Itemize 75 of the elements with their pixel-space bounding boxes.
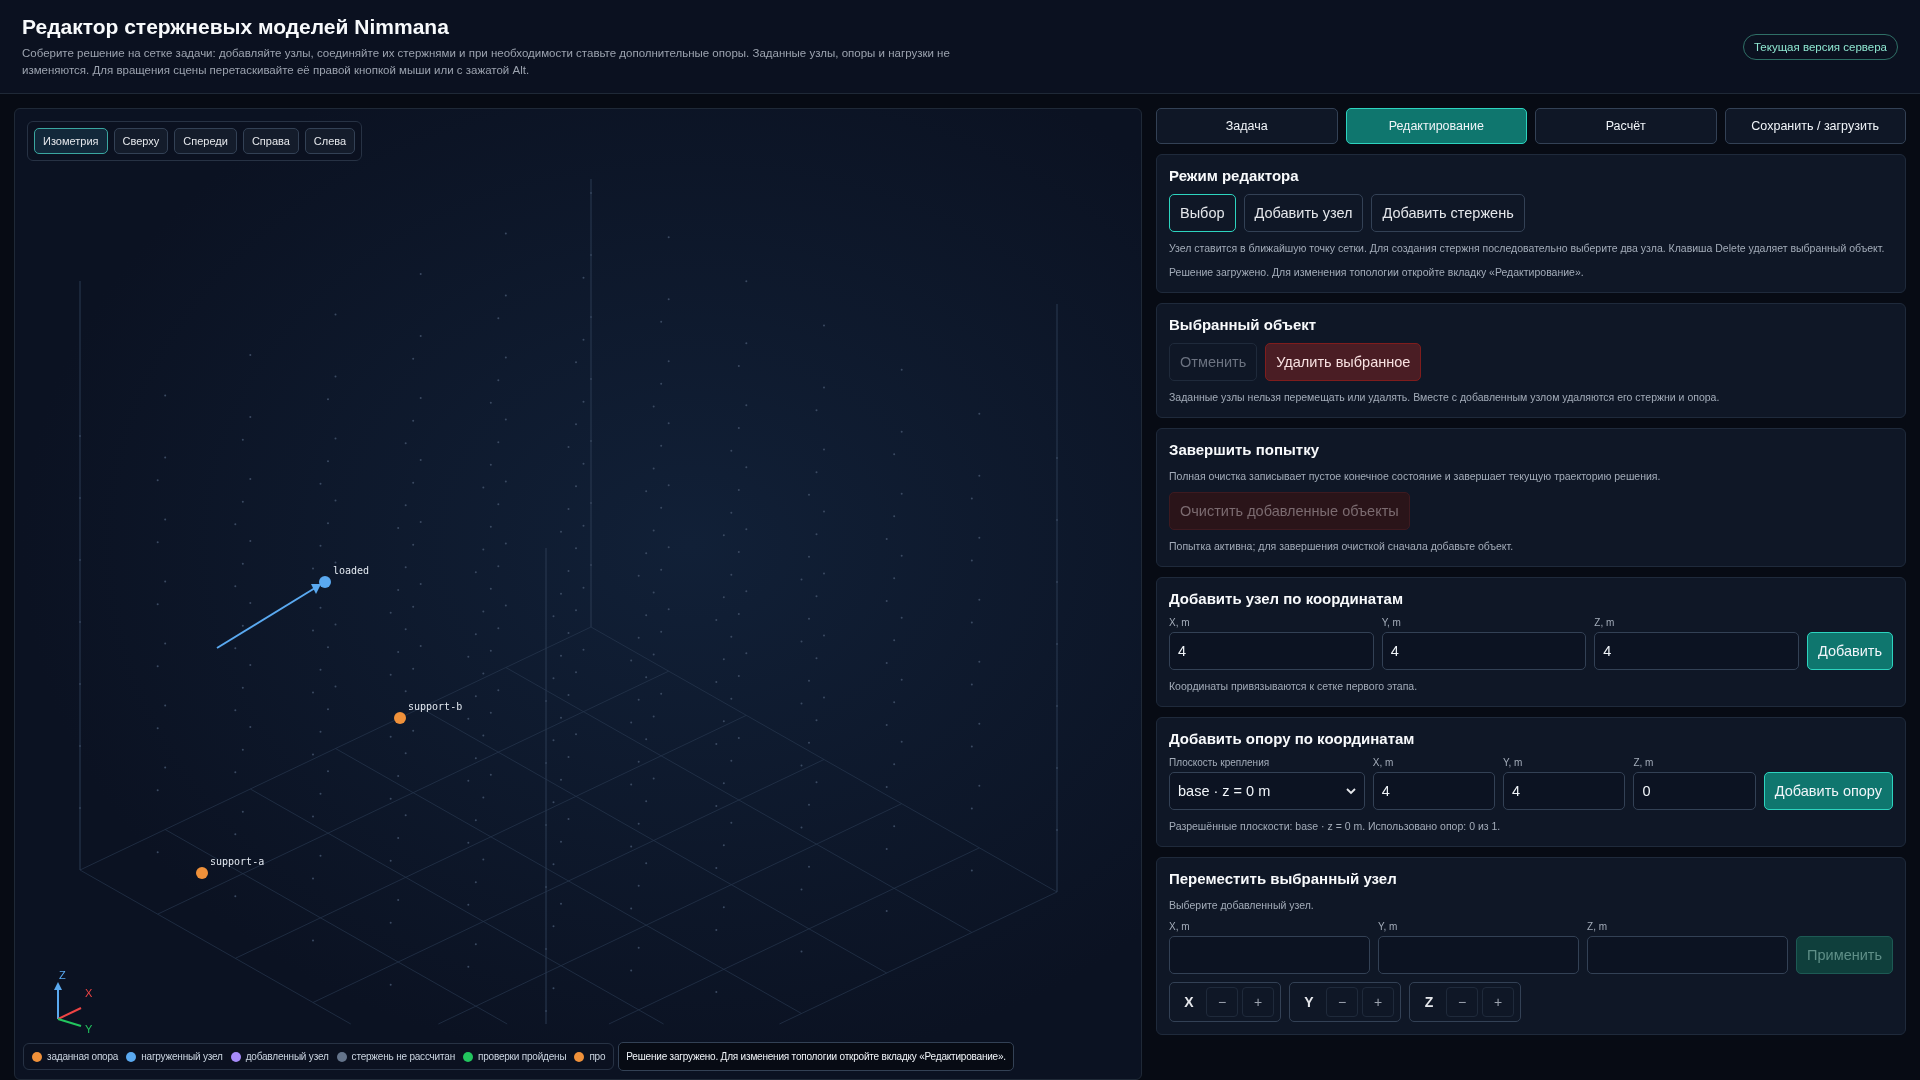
- axes-gizmo-drawing: Z X Y: [54, 969, 93, 1035]
- card-title: Переместить выбранный узел: [1169, 870, 1398, 887]
- tab[interactable]: Расчёт: [1535, 108, 1717, 144]
- input-field[interactable]: [1169, 936, 1371, 974]
- axis-label: X: [1183, 994, 1195, 1010]
- field-label: Z, m: [1587, 921, 1609, 932]
- field-label: Y, m: [1378, 921, 1399, 932]
- danger-button[interactable]: Удалить выбранное: [1265, 343, 1422, 381]
- primary-button[interactable]: Добавить: [1806, 632, 1893, 670]
- field-label: Плоскость крепления: [1169, 757, 1271, 768]
- status-toast: Решение загружено. Для изменения топологии откройте вкладку «Редактирование».: [618, 1042, 1014, 1071]
- card-title: Режим редактора: [1169, 167, 1300, 184]
- decrement-button[interactable]: −: [1206, 987, 1238, 1017]
- card-title: Добавить опору по координатам: [1169, 730, 1416, 747]
- legend-label: про: [589, 1051, 606, 1062]
- mode-button[interactable]: Добавить стержень: [1371, 194, 1525, 232]
- card-title: Завершить попытку: [1169, 441, 1320, 458]
- field-label: Z, m: [1633, 757, 1655, 768]
- card-title: Выбранный объект: [1169, 316, 1318, 333]
- legend-label: заданная опора: [47, 1051, 119, 1062]
- node-marker[interactable]: [319, 576, 331, 588]
- increment-button[interactable]: +: [1362, 987, 1394, 1017]
- hint-text: Полная очистка записывает пустое конечное состояние и завершает текущую траекторию решения.: [1169, 469, 1662, 484]
- input-field[interactable]: [1378, 936, 1580, 974]
- hint-text: Заданные узлы нельзя перемещать или удалять. Вместе с добавленным узлом удаляются его стержни и опора.: [1169, 390, 1721, 405]
- hint-text: Узел ставится в ближайшую точку сетки. Для создания стержня последовательно выберите два узла. Клавиша Delete удаляет выбранный объект.: [1169, 241, 1886, 256]
- hint-text: Координаты привязываются к сетке первого этапа.: [1169, 679, 1419, 694]
- axis-label: Z: [1423, 994, 1435, 1010]
- status-text: Попытка активна; для завершения очисткой сначала добавьте объект.: [1169, 539, 1515, 554]
- increment-button[interactable]: +: [1242, 987, 1274, 1017]
- input-field[interactable]: 4: [1503, 772, 1626, 810]
- view-button[interactable]: Спереди: [174, 128, 237, 154]
- legend-label: проверки пройдены: [477, 1051, 567, 1062]
- field-label: Y, m: [1381, 617, 1402, 628]
- node-marker[interactable]: [196, 867, 208, 879]
- input-field[interactable]: 4: [1594, 632, 1799, 670]
- page-description: Соберите решение на сетке задачи: добавляйте узлы, соединяйте их стержнями и при необходимости ставьте дополнительные опоры. Заданные узлы, опоры и нагрузки не изменяются. Для вращения сцены перетаскивайте её правой кнопкой мыши или с зажатой Alt.: [22, 45, 951, 78]
- view-button[interactable]: Слева: [304, 128, 356, 154]
- legend-label: нагруженный узел: [141, 1051, 223, 1062]
- tab[interactable]: Редактирование: [1345, 108, 1527, 144]
- tab[interactable]: Задача: [1156, 108, 1338, 144]
- field-label: Z, m: [1594, 617, 1616, 628]
- view-button[interactable]: Сверху: [113, 128, 169, 154]
- increment-button[interactable]: +: [1482, 987, 1514, 1017]
- decrement-button[interactable]: −: [1326, 987, 1358, 1017]
- input-field[interactable]: 4: [1372, 772, 1496, 810]
- chevron-down-icon: [1345, 787, 1356, 795]
- view-button[interactable]: Изометрия: [34, 128, 108, 154]
- field-label: Y, m: [1503, 757, 1524, 768]
- page-title: Редактор стержневых моделей Nimmana: [22, 14, 450, 39]
- field-label: X, m: [1169, 617, 1191, 628]
- axis-label: Y: [1303, 994, 1315, 1010]
- input-field[interactable]: 4: [1169, 632, 1374, 670]
- hint-text: Выберите добавленный узел.: [1169, 898, 1315, 913]
- tab[interactable]: Сохранить / загрузить: [1724, 108, 1906, 144]
- field-label: X, m: [1169, 921, 1191, 932]
- card-title: Добавить узел по координатам: [1169, 590, 1404, 607]
- node-marker[interactable]: [394, 712, 406, 724]
- legend-label: стержень не рассчитан: [351, 1051, 455, 1062]
- node-label: support-b: [408, 701, 463, 712]
- field-label: X, m: [1372, 757, 1395, 768]
- mode-button[interactable]: Выбор: [1169, 194, 1236, 232]
- input-field[interactable]: [1587, 936, 1789, 974]
- node-label: loaded: [333, 565, 370, 576]
- mode-button[interactable]: Добавить узел: [1243, 194, 1364, 232]
- decrement-button[interactable]: −: [1446, 987, 1478, 1017]
- primary-button[interactable]: Добавить опору: [1763, 772, 1893, 810]
- node-label: support-a: [210, 856, 265, 867]
- status-text: Решение загружено. Для изменения топологии откройте вкладку «Редактирование».: [1169, 265, 1585, 280]
- input-field[interactable]: 4: [1381, 632, 1587, 670]
- plane-select[interactable]: base · z = 0 m: [1169, 772, 1365, 810]
- hint-text: Разрешённые плоскости: base · z = 0 m. Использовано опор: 0 из 1.: [1169, 819, 1502, 834]
- view-button[interactable]: Справа: [242, 128, 299, 154]
- legend-label: добавленный узел: [245, 1051, 329, 1062]
- input-field[interactable]: 0: [1633, 772, 1756, 810]
